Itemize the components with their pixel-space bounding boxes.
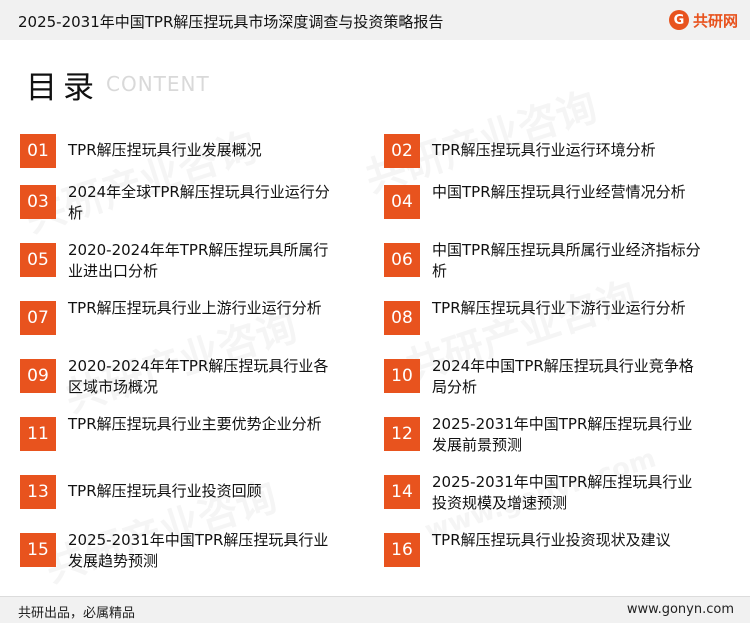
toc-item-label: 2020-2024年年TPR解压捏玩具所属行业进出口分析	[68, 241, 329, 280]
report-header: 2025-2031年中国TPR解压捏玩具市场深度调查与投资策略报告 G 共研网	[0, 0, 750, 40]
toc-item-number: 04	[384, 185, 420, 219]
toc-item-label: 中国TPR解压捏玩具行业经营情况分析	[432, 183, 686, 201]
toc-item-label: 2025-2031年中国TPR解压捏玩具行业发展前景预测	[432, 415, 693, 454]
footer-url: www.gonyn.com	[626, 602, 734, 617]
toc-item-number: 03	[20, 185, 56, 219]
toc-item: 03 2024年全球TPR解压捏玩具行业运行分析	[20, 178, 350, 234]
brand-logo: G 共研网	[668, 8, 738, 32]
toc-item: 07 TPR解压捏玩具行业上游行业运行分析	[20, 294, 350, 350]
toc-item-number: 01	[20, 134, 56, 168]
toc-item-number: 12	[384, 417, 420, 451]
toc-item: 14 2025-2031年中国TPR解压捏玩具行业投资规模及增速预测	[384, 468, 714, 524]
toc-item: 06 中国TPR解压捏玩具所属行业经济指标分析	[384, 236, 714, 292]
logo-icon: G	[668, 10, 689, 30]
toc-item-number: 15	[20, 533, 56, 567]
report-footer: 共研出品，必属精品 www.gonyn.com	[0, 596, 750, 623]
toc-item: 09 2020-2024年年TPR解压捏玩具行业各区域市场概况	[20, 352, 350, 408]
toc-item: 02 TPR解压捏玩具行业运行环境分析	[384, 127, 714, 183]
toc-item-label: 2024年中国TPR解压捏玩具行业竞争格局分析	[432, 357, 694, 396]
toc-item-number: 09	[20, 359, 56, 393]
logo-text: 共研网	[692, 11, 738, 30]
toc-item-number: 05	[20, 243, 56, 277]
toc-item-label: TPR解压捏玩具行业下游行业运行分析	[432, 299, 686, 317]
toc-item-label: 2025-2031年中国TPR解压捏玩具行业发展趋势预测	[68, 531, 329, 570]
toc-item: 04 中国TPR解压捏玩具行业经营情况分析	[384, 178, 714, 234]
toc-item: 13 TPR解压捏玩具行业投资回顾	[20, 468, 350, 524]
toc-item: 15 2025-2031年中国TPR解压捏玩具行业发展趋势预测	[20, 526, 350, 582]
toc-item: 16 TPR解压捏玩具行业投资现状及建议	[384, 526, 714, 582]
toc-item-label: 2024年全球TPR解压捏玩具行业运行分析	[68, 183, 330, 222]
toc-item-label: 2025-2031年中国TPR解压捏玩具行业投资规模及增速预测	[432, 473, 693, 512]
toc-item: 01 TPR解压捏玩具行业发展概况	[20, 127, 350, 183]
report-title: 2025-2031年中国TPR解压捏玩具市场深度调查与投资策略报告	[18, 13, 444, 31]
toc-item-label: TPR解压捏玩具行业发展概况	[68, 141, 262, 159]
toc-item-label: 中国TPR解压捏玩具所属行业经济指标分析	[432, 241, 701, 280]
toc-item-number: 10	[384, 359, 420, 393]
toc-item: 05 2020-2024年年TPR解压捏玩具所属行业进出口分析	[20, 236, 350, 292]
toc-item-label: 2020-2024年年TPR解压捏玩具行业各区域市场概况	[68, 357, 329, 396]
toc-item-number: 02	[384, 134, 420, 168]
toc-item: 10 2024年中国TPR解压捏玩具行业竞争格局分析	[384, 352, 714, 408]
toc-item-label: TPR解压捏玩具行业上游行业运行分析	[68, 299, 322, 317]
toc-item-number: 08	[384, 301, 420, 335]
toc-subtitle: CONTENT	[106, 72, 210, 96]
toc-item-label: TPR解压捏玩具行业运行环境分析	[432, 141, 656, 159]
toc-item-number: 11	[20, 417, 56, 451]
toc-item-number: 07	[20, 301, 56, 335]
toc-item-label: TPR解压捏玩具行业投资现状及建议	[432, 531, 671, 549]
toc-item-label: TPR解压捏玩具行业投资回顾	[68, 482, 262, 500]
toc-item-number: 13	[20, 475, 56, 509]
toc-item-number: 06	[384, 243, 420, 277]
toc-item: 11 TPR解压捏玩具行业主要优势企业分析	[20, 410, 350, 466]
toc-item: 12 2025-2031年中国TPR解压捏玩具行业发展前景预测	[384, 410, 714, 466]
toc-item-label: TPR解压捏玩具行业主要优势企业分析	[68, 415, 322, 433]
toc-title: 目录	[26, 70, 100, 106]
toc-item: 08 TPR解压捏玩具行业下游行业运行分析	[384, 294, 714, 350]
toc-item-number: 14	[384, 475, 420, 509]
toc-item-number: 16	[384, 533, 420, 567]
footer-slogan: 共研出品，必属精品	[18, 606, 136, 621]
